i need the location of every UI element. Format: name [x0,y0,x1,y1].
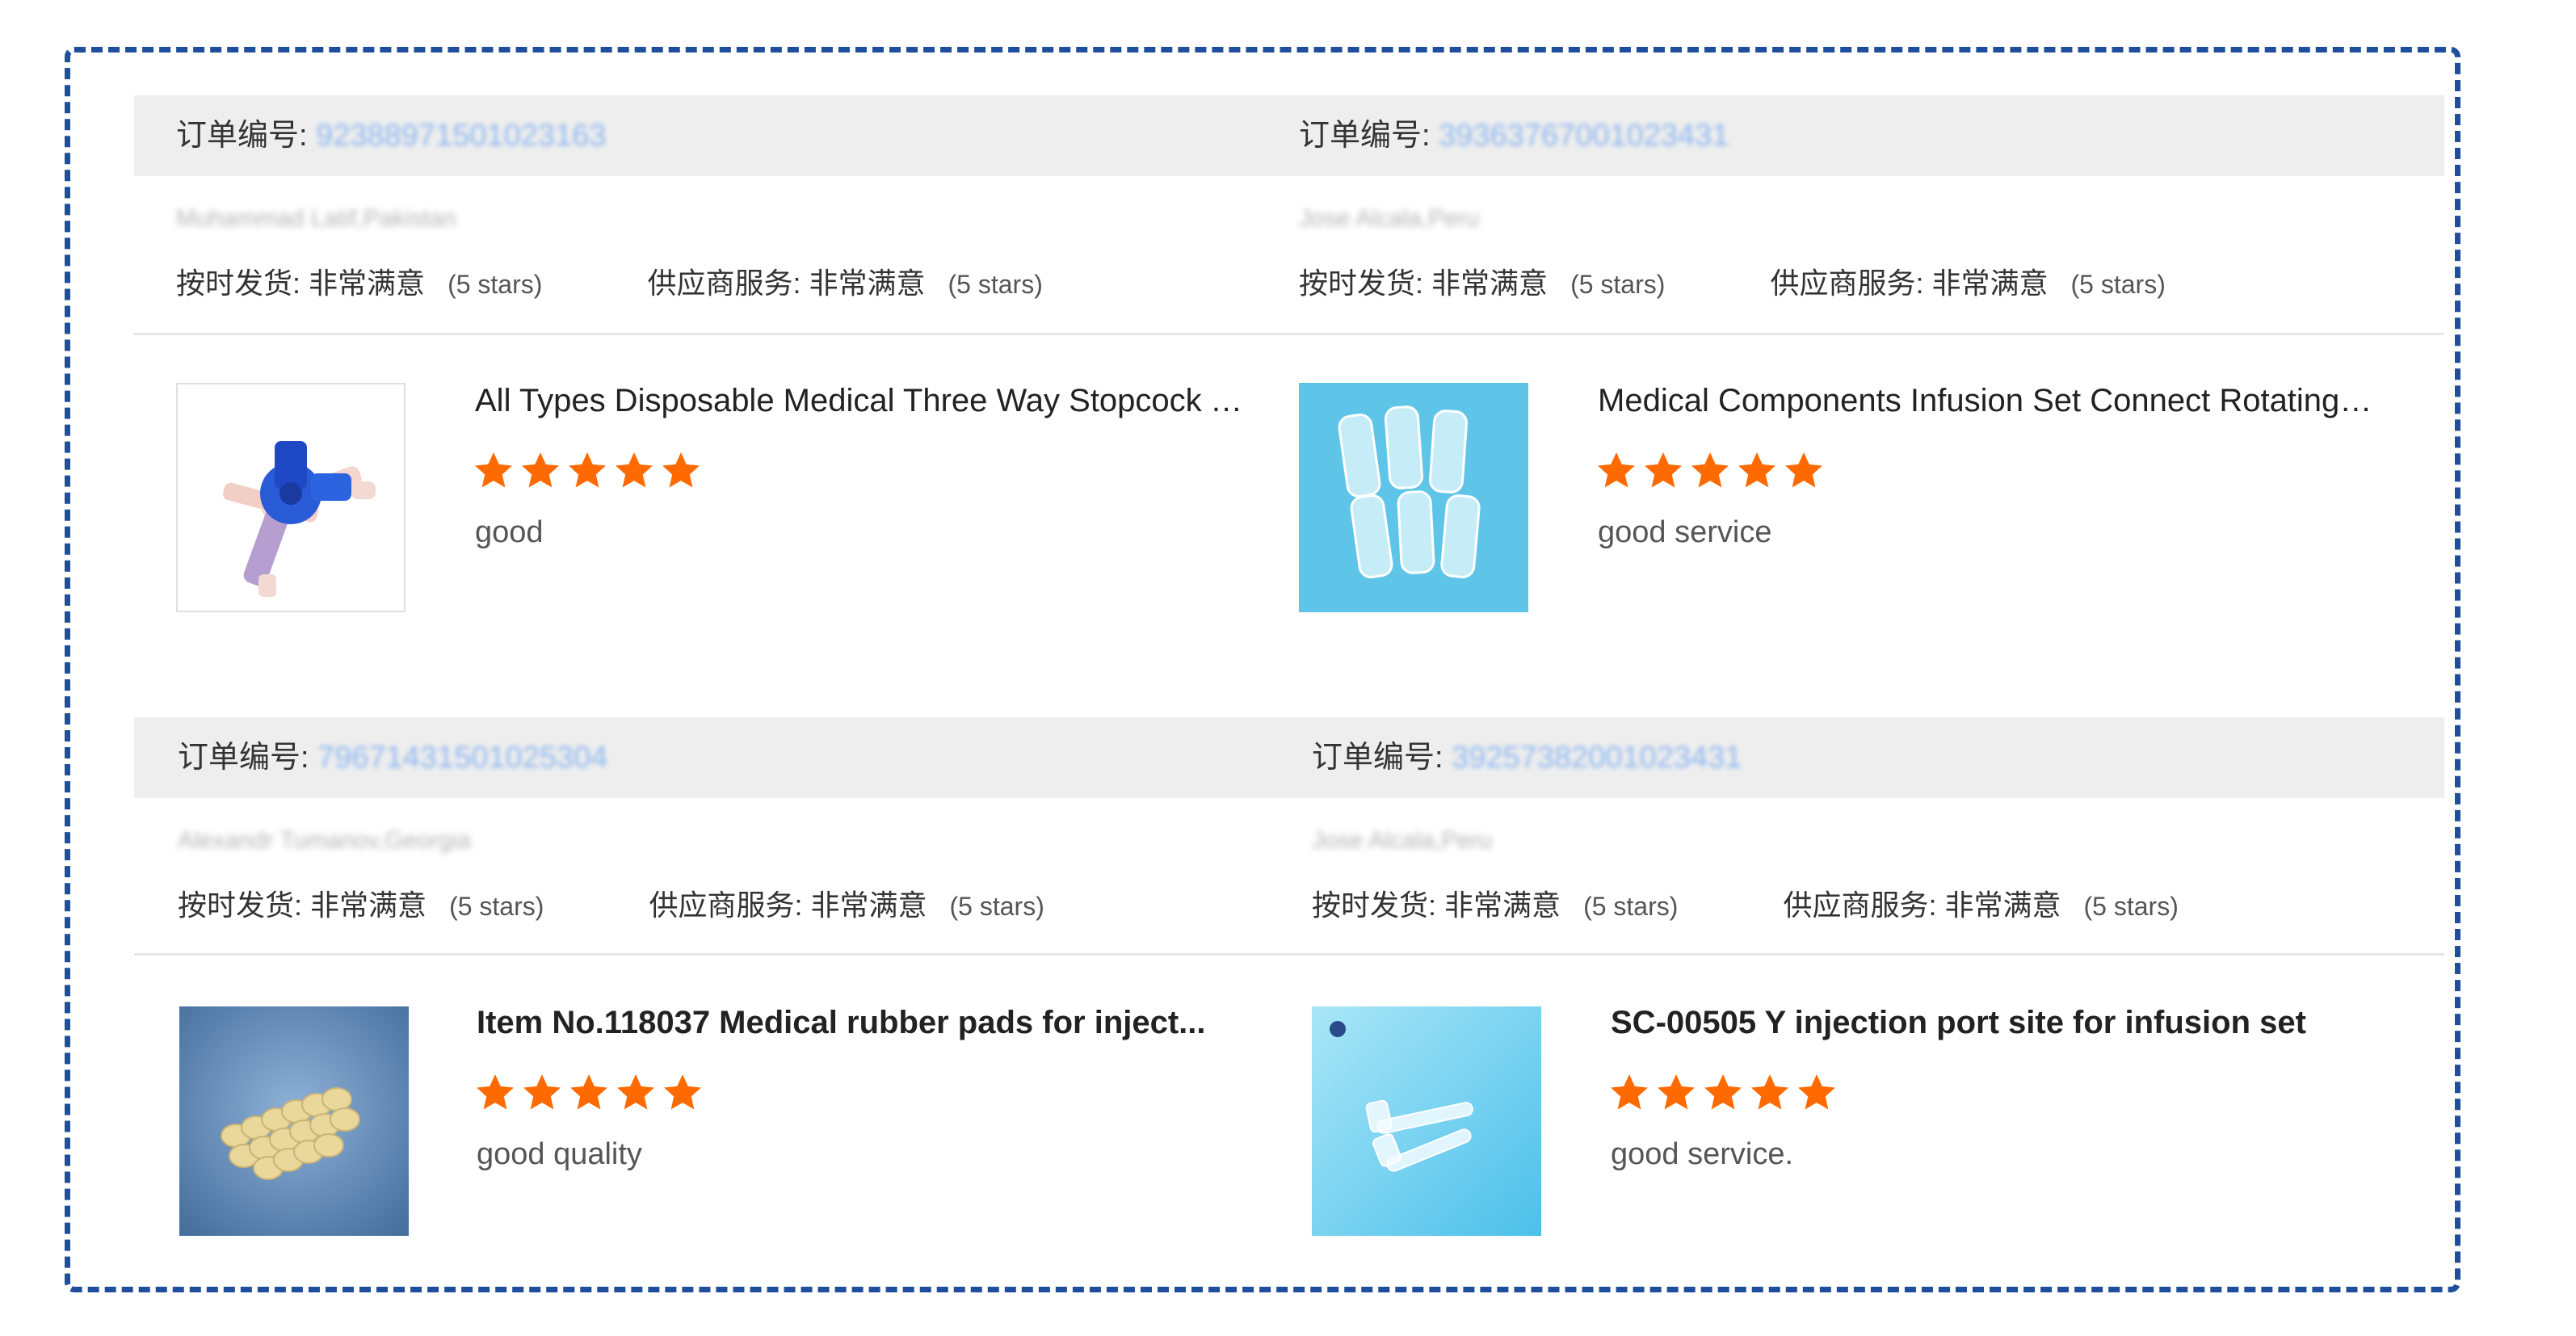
row-divider [134,333,2444,335]
service-stars: (5 stars) [2083,892,2179,921]
rating-summary: 按时发货: 非常满意 (5 stars) 供应商服务: 非常满意 (5 star… [1312,882,2179,924]
ontime-value: 非常满意 [1431,267,1549,300]
star-icon [1701,1071,1745,1119]
service-stars: (5 stars) [2070,270,2166,299]
order-number[interactable]: 92388971501023163 [316,119,606,153]
stopcock-product-image[interactable] [176,383,406,612]
star-icon [519,449,562,497]
buyer-name: Alexandr Tumanov,Georgia [178,827,471,854]
star-icon [1795,1071,1838,1119]
ontime-value: 非常满意 [309,267,426,300]
row-divider [134,953,2444,956]
product-title[interactable]: SC-00505 Y injection port site for infus… [1611,1005,2386,1041]
star-icon [1607,1071,1651,1119]
star-icon [1654,1071,1698,1119]
product-title[interactable]: All Types Disposable Medical Three Way S… [475,383,1250,419]
service-label: 供应商服务: [647,267,801,300]
order-id: 订单编号: 39363767001023431 [1299,110,1729,154]
service-stars: (5 stars) [948,270,1043,299]
star-icon [1782,449,1826,497]
order-label: 订单编号: [1299,119,1431,153]
star-icon [1641,449,1685,497]
review-comment: good service. [1611,1137,1794,1171]
star-rating [1595,449,1826,497]
order-number[interactable]: 39363767001023431 [1439,119,1729,153]
service-label: 供应商服务: [649,889,803,922]
order-label: 订单编号: [176,119,308,153]
rating-summary: 按时发货: 非常满意 (5 stars) 供应商服务: 非常满意 (5 star… [1299,260,2166,302]
service-value: 非常满意 [810,889,927,922]
ontime-stars: (5 stars) [448,270,543,299]
order-id: 订单编号: 79671431501025304 [178,732,607,776]
star-icon [612,449,656,497]
ontime-stars: (5 stars) [1583,892,1679,921]
star-icon [614,1071,658,1119]
order-number[interactable]: 79671431501025304 [317,741,607,775]
star-rating [473,1071,704,1119]
ontime-label: 按时发货: [1312,889,1437,922]
rating-summary: 按时发货: 非常满意 (5 stars) 供应商服务: 非常满意 (5 star… [176,260,1043,302]
service-value: 非常满意 [809,267,926,300]
ontime-label: 按时发货: [176,267,301,300]
star-icon [659,449,703,497]
buyer-name: Muhammad Latif,Pakistan [176,205,456,232]
service-label: 供应商服务: [1770,267,1924,300]
review-comment: good service [1598,515,1772,549]
order-label: 订单编号: [1312,741,1443,775]
service-label: 供应商服务: [1783,889,1937,922]
order-label: 订单编号: [178,741,309,775]
ontime-value: 非常满意 [1444,889,1561,922]
review-comment: good quality [477,1137,642,1171]
dashed-frame [65,47,2460,1292]
order-id: 订单编号: 39257382001023431 [1312,732,1742,776]
star-icon [473,1071,517,1119]
star-icon [1735,449,1779,497]
star-icon [567,1071,611,1119]
product-title[interactable]: Item No.118037 Medical rubber pads for i… [477,1005,1252,1041]
ontime-stars: (5 stars) [449,892,544,921]
ontime-label: 按时发货: [1299,267,1424,300]
service-value: 非常满意 [1944,889,2061,922]
star-rating [472,449,703,497]
product-title[interactable]: Medical Components Infusion Set Connect … [1598,383,2373,419]
connector-product-image[interactable] [1299,383,1528,612]
star-icon [565,449,609,497]
star-icon [1688,449,1732,497]
ontime-value: 非常满意 [310,889,427,922]
review-comment: good [475,515,544,549]
rubber-pads-product-image[interactable] [179,1006,409,1236]
star-icon [1748,1071,1792,1119]
buyer-name: Jose Alcala,Peru [1312,827,1493,854]
ontime-label: 按时发货: [178,889,303,922]
service-value: 非常满意 [1931,267,2049,300]
star-icon [1595,449,1638,497]
star-rating [1607,1071,1838,1119]
y-port-product-image[interactable] [1312,1006,1541,1236]
service-stars: (5 stars) [949,892,1044,921]
order-id: 订单编号: 92388971501023163 [176,110,606,154]
ontime-stars: (5 stars) [1570,270,1666,299]
order-number[interactable]: 39257382001023431 [1452,741,1742,775]
star-icon [661,1071,704,1119]
star-icon [472,449,515,497]
buyer-name: Jose Alcala,Peru [1299,205,1480,232]
rating-summary: 按时发货: 非常满意 (5 stars) 供应商服务: 非常满意 (5 star… [178,882,1044,924]
star-icon [520,1071,564,1119]
